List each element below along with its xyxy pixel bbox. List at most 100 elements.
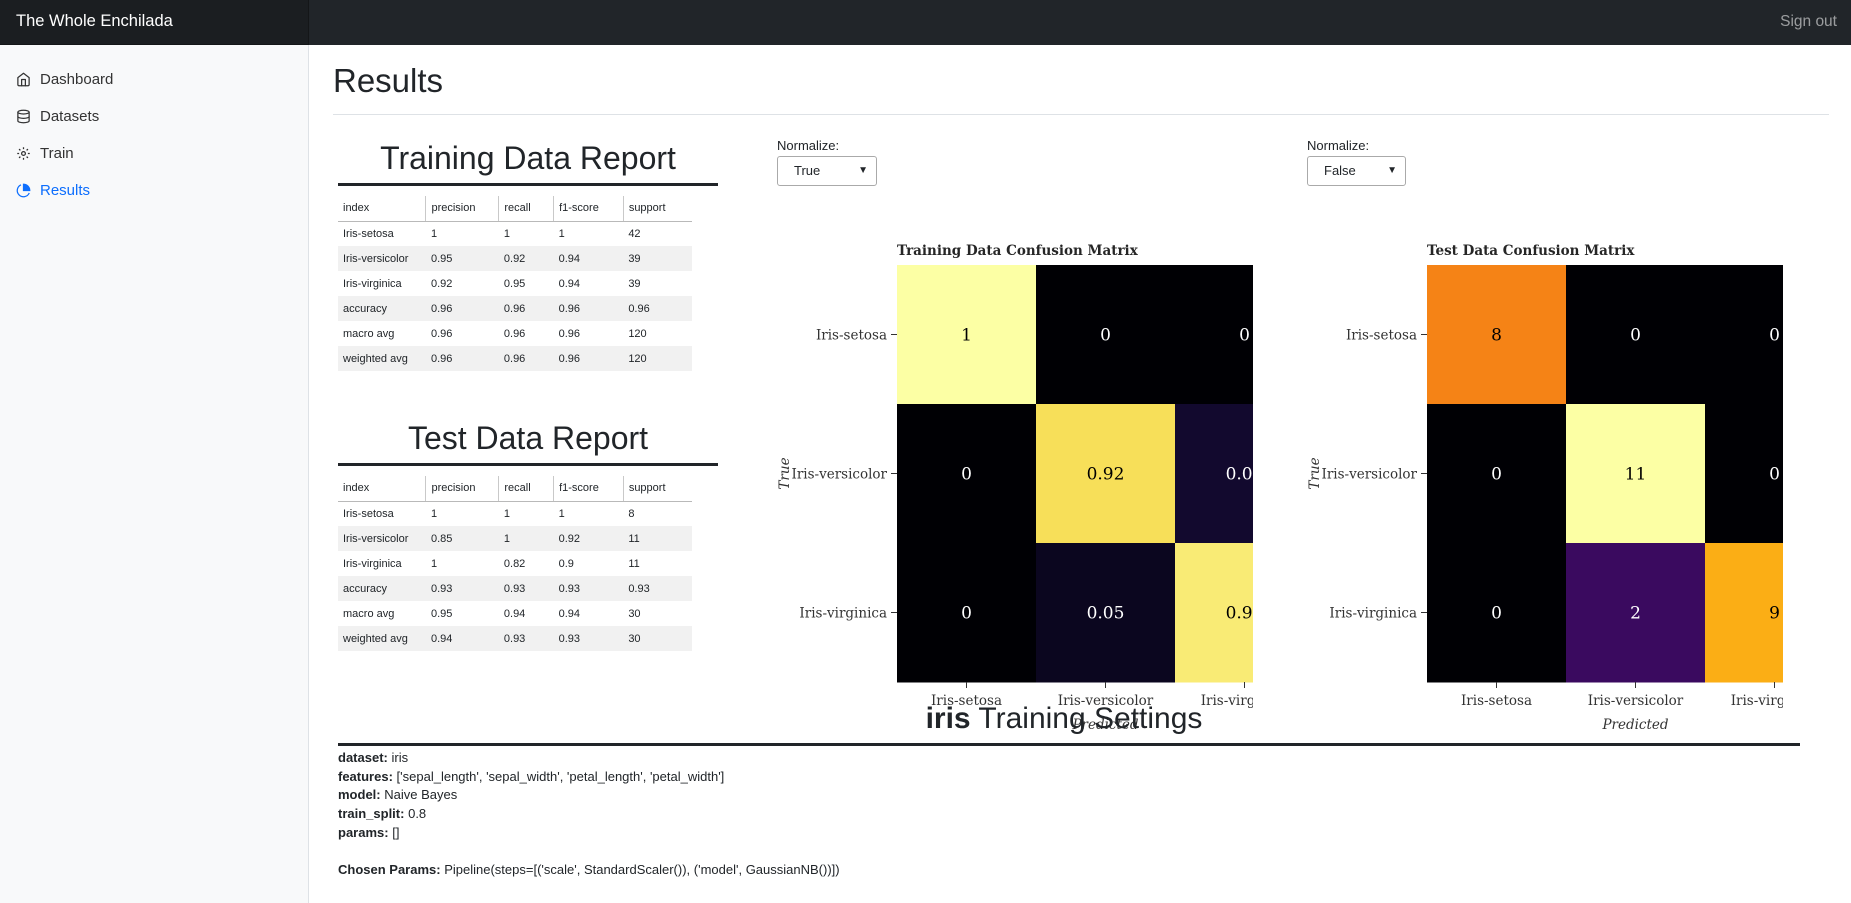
caret-down-icon: ▼ [1387,165,1397,176]
table-cell: 0.96 [425,346,499,371]
table-cell: 0.96 [430,327,453,340]
test-normalize-select[interactable]: False ▼ [1307,156,1406,186]
table-cell: 0.93 [425,576,499,601]
training-confusion-matrix: Training Data Confusion Matrix 1 0 0 0 0.92 0.… [777,243,1253,733]
training-normalize-select[interactable]: True ▼ [777,156,877,186]
setting-value: 0.8 [408,806,427,822]
table-cell: Iris-setosa [343,227,394,240]
table-cell: 42 [628,227,641,240]
sidebar-item-datasets[interactable]: Datasets [0,98,308,135]
column-header: precision [425,476,500,502]
test-report-title: Test Data Report [407,420,649,456]
table-cell: 0.95 [425,246,499,271]
y-tick-label: Iris-setosa [1346,328,1417,344]
settings-list: dataset: iris features: ['sepal_length',… [338,749,840,879]
setting-dataset: dataset: iris [338,749,840,768]
y-axis-label: True [777,457,793,489]
training-report-title: Training Data Report [380,140,676,176]
table-row: Iris-setosa 1 1 1 42 [338,221,692,246]
table-cell: 30 [623,626,692,651]
column-header: f1-score [553,196,624,222]
table-cell: Iris-versicolor [338,526,426,551]
table-cell: weighted avg [338,626,426,651]
table-cell: 0.93 [498,626,554,651]
table-cell: 0.92 [553,526,624,551]
table-cell: 1 [430,557,438,570]
cell-value-label: 0.08 [1226,465,1253,485]
y-tick-label: Iris-virginica [1329,606,1417,622]
table-cell: 0.96 [623,296,692,321]
setting-value: iris [391,750,409,765]
cell-value-label: 9 [1769,604,1780,624]
pie-chart-icon [16,183,31,198]
table-cell: 11 [628,557,640,570]
y-tick-label: Iris-versicolor [1322,467,1418,483]
cell-value-label: 11 [1625,465,1647,485]
table-cell: 30 [628,607,641,620]
cell-value-label: 0 [1491,604,1502,624]
setting-key: dataset: [338,750,388,765]
setting-value: ['sepal_length', 'sepal_width', 'petal_l… [396,768,725,784]
table-cell: 1 [503,227,511,240]
table-cell: 120 [623,346,692,371]
sign-out-link[interactable]: Sign out [1780,0,1837,43]
select-value: True [794,163,821,178]
cell-value-label: 0 [1100,326,1111,346]
table-row: Iris-setosa 1 1 1 8 [338,501,692,526]
divider [333,114,1829,115]
test-confusion-matrix: Test Data Confusion Matrix 8 0 0 0 11 0 0 2 9 Iris… [1307,243,1783,733]
table-cell: 0.93 [498,576,554,601]
setting-value: [] [392,824,400,840]
sidebar-item-results[interactable]: Results [0,172,308,209]
sidebar-item-train[interactable]: Train [0,135,308,172]
cell-value-label: 0 [1769,326,1780,346]
y-axis-label: True [1307,457,1323,489]
table-cell: macro avg [343,327,395,340]
table-cell: 1 [558,507,565,520]
table-cell: 0.96 [503,327,526,340]
cell-value-label: 0.05 [1087,604,1125,624]
table-cell: 0.92 [498,246,554,271]
cell-value-label: 0 [1769,465,1780,485]
cell-value-label: 0 [961,604,972,624]
training-normalize-label: Normalize: [777,138,840,153]
divider [338,743,1800,746]
table-row: Iris-versicolor 0.95 0.92 0.94 39 [338,246,692,271]
table-cell: Iris-virginica [343,277,402,290]
sidebar-item-label: Train [40,145,74,162]
setting-key: model: [338,787,381,803]
table-cell: accuracy [338,576,426,601]
sidebar-item-dashboard[interactable]: Dashboard [0,61,308,98]
table-cell: 0.96 [498,346,554,371]
brand-link[interactable]: The Whole Enchilada [0,0,309,45]
y-tick-label: Iris-setosa [816,328,887,344]
table-cell: 0.95 [503,277,526,290]
column-header: precision [425,196,500,222]
table-cell: 1 [503,507,511,520]
setting-key: train_split: [338,806,405,822]
table-cell: 0.96 [425,296,499,321]
column-header: support [623,476,692,502]
table-row: weighted avg 0.96 0.96 0.96 120 [338,346,692,371]
cell-value-label: 0.92 [1087,465,1125,485]
table-row: accuracy 0.93 0.93 0.93 0.93 [338,576,692,601]
page-title: Results [333,62,444,99]
table-cell: weighted avg [338,346,426,371]
select-value: False [1324,163,1356,178]
setting-key: Chosen Params: [338,861,441,877]
top-navbar: The Whole Enchilada Sign out [0,0,1851,45]
sidebar: Dashboard Datasets Train Results [0,45,309,903]
setting-key: features: [338,768,393,784]
training-report-table: index precision recall f1-score support … [338,196,692,371]
gear-icon [17,147,30,160]
table-cell: Iris-setosa [343,507,394,520]
setting-chosen-params: Chosen Params: Pipeline(steps=[('scale',… [338,861,840,880]
table-cell: 0.94 [425,626,499,651]
table-cell: 0.85 [425,526,499,551]
table-cell: macro avg [343,607,395,620]
table-cell: 0.94 [503,607,526,620]
chart-title: Test Data Confusion Matrix [1427,243,1635,259]
database-icon [17,109,30,124]
settings-dataset-name: iris [925,702,971,735]
table-cell: 11 [623,526,692,551]
